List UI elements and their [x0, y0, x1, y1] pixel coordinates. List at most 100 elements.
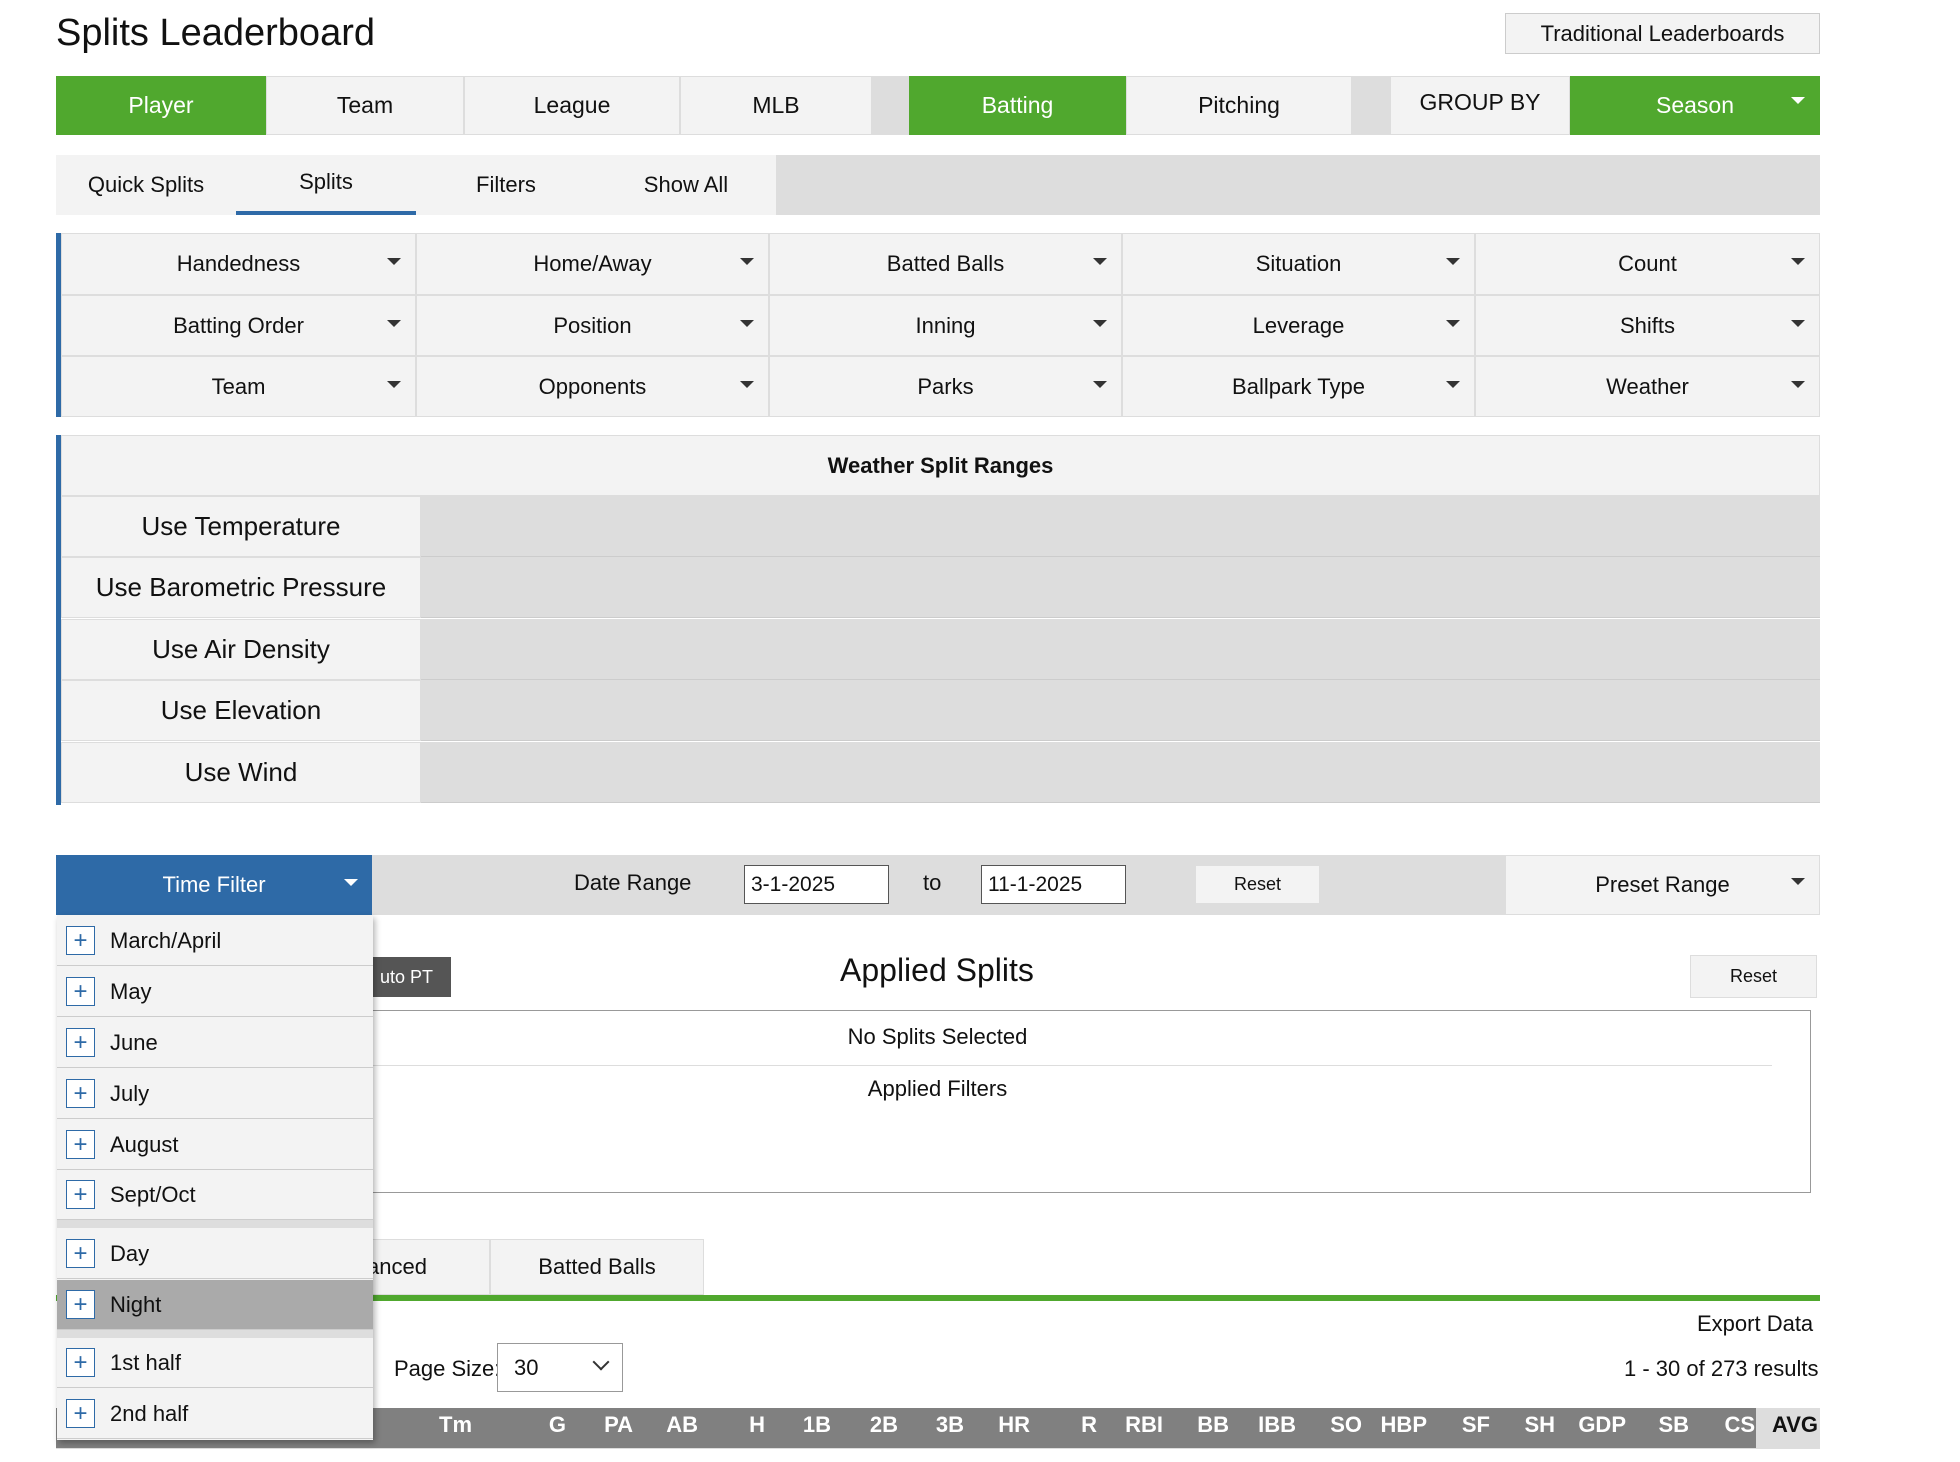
column-header-so[interactable]: SO: [1330, 1412, 1362, 1438]
column-header-tm[interactable]: Tm: [439, 1412, 472, 1438]
plus-icon[interactable]: +: [66, 926, 95, 955]
time-filter-option[interactable]: +1st half: [57, 1338, 373, 1388]
split-category-dropdown[interactable]: Ballpark Type: [1122, 356, 1475, 417]
split-category-dropdown[interactable]: Inning: [769, 295, 1122, 356]
chevron-down-icon: [387, 258, 401, 265]
column-header-hbp[interactable]: HBP: [1381, 1412, 1427, 1438]
tab-quick-splits[interactable]: Quick Splits: [56, 155, 236, 215]
weather-range-bar[interactable]: [421, 496, 1820, 557]
split-category-dropdown[interactable]: Weather: [1475, 356, 1820, 417]
weather-row-label[interactable]: Use Barometric Pressure: [61, 557, 421, 618]
chevron-down-icon: [1791, 381, 1805, 388]
auto-pt-button[interactable]: uto PT: [360, 957, 451, 997]
tab-player[interactable]: Player: [56, 76, 266, 135]
column-header-hr[interactable]: HR: [998, 1412, 1030, 1438]
time-filter-option[interactable]: + Night: [57, 1280, 373, 1330]
split-category-dropdown[interactable]: Position: [416, 295, 769, 356]
column-header-1b[interactable]: 1B: [803, 1412, 831, 1438]
plus-icon[interactable]: +: [66, 1399, 95, 1428]
traditional-leaderboards-button[interactable]: Traditional Leaderboards: [1505, 13, 1820, 54]
export-data-link[interactable]: Export Data: [1697, 1311, 1813, 1337]
plus-icon[interactable]: +: [66, 1028, 95, 1057]
column-header-cs[interactable]: CS: [1724, 1412, 1755, 1438]
chevron-down-icon: [1446, 320, 1460, 327]
plus-icon[interactable]: +: [66, 977, 95, 1006]
column-header-bb[interactable]: BB: [1197, 1412, 1229, 1438]
column-header-h[interactable]: H: [749, 1412, 765, 1438]
weather-panel-title: Weather Split Ranges: [61, 435, 1820, 496]
time-filter-option[interactable]: + June: [57, 1018, 373, 1068]
split-category-dropdown[interactable]: Home/Away: [416, 233, 769, 295]
season-dropdown[interactable]: Season: [1570, 76, 1820, 135]
plus-icon[interactable]: +: [66, 1239, 95, 1268]
time-filter-option[interactable]: + Day: [57, 1229, 373, 1279]
column-header-r[interactable]: R: [1081, 1412, 1097, 1438]
plus-icon[interactable]: +: [66, 1348, 95, 1377]
column-header-ibb[interactable]: IBB: [1258, 1412, 1296, 1438]
tab-splits[interactable]: Splits: [236, 155, 416, 215]
weather-range-bar[interactable]: [421, 680, 1820, 741]
time-filter-option[interactable]: + March/April: [57, 916, 373, 966]
chevron-down-icon: [1791, 97, 1805, 104]
applied-splits-title: Applied Splits: [840, 952, 1034, 988]
tab-show-all[interactable]: Show All: [596, 155, 776, 215]
weather-row-label[interactable]: Use Temperature: [61, 496, 421, 557]
weather-range-bar[interactable]: [421, 742, 1820, 803]
preset-range-dropdown[interactable]: Preset Range: [1505, 855, 1820, 915]
column-header-sb[interactable]: SB: [1658, 1412, 1689, 1438]
time-filter-option-label: 2nd half: [110, 1400, 189, 1426]
split-category-dropdown[interactable]: Parks: [769, 356, 1122, 417]
weather-row-label[interactable]: Use Elevation: [61, 680, 421, 741]
column-header-rbi[interactable]: RBI: [1125, 1412, 1163, 1438]
column-header-pa[interactable]: PA: [604, 1412, 633, 1438]
split-category-dropdown[interactable]: Leverage: [1122, 295, 1475, 356]
time-filter-option[interactable]: +2nd half: [57, 1389, 373, 1439]
time-filter-dropdown[interactable]: Time Filter: [56, 855, 372, 915]
split-category-dropdown[interactable]: Batted Balls: [769, 233, 1122, 295]
column-header-2b[interactable]: 2B: [870, 1412, 898, 1438]
time-filter-option[interactable]: + August: [57, 1120, 373, 1170]
weather-range-bar[interactable]: [421, 557, 1820, 618]
split-category-dropdown[interactable]: Handedness: [61, 233, 416, 295]
column-header-ab[interactable]: AB: [666, 1412, 698, 1438]
chevron-down-icon: [387, 320, 401, 327]
start-date-input[interactable]: 3-1-2025: [744, 865, 889, 904]
column-header-3b[interactable]: 3B: [936, 1412, 964, 1438]
split-category-dropdown[interactable]: Shifts: [1475, 295, 1820, 356]
plus-icon[interactable]: +: [66, 1079, 95, 1108]
time-filter-option[interactable]: + Sept/Oct: [57, 1170, 373, 1220]
time-filter-option-label: May: [110, 978, 152, 1004]
reset-date-button[interactable]: Reset: [1195, 865, 1320, 904]
time-filter-option[interactable]: + May: [57, 967, 373, 1017]
tab-filters[interactable]: Filters: [416, 155, 596, 215]
date-range-label: Date Range: [574, 870, 692, 895]
plus-icon[interactable]: +: [66, 1180, 95, 1209]
weather-row-label[interactable]: Use Air Density: [61, 619, 421, 680]
tab-team[interactable]: Team: [266, 76, 464, 135]
column-header-avg[interactable]: AVG: [1772, 1412, 1818, 1438]
tab-batting[interactable]: Batting: [909, 76, 1126, 135]
weather-range-bar[interactable]: [421, 619, 1820, 680]
time-filter-option[interactable]: + July: [57, 1069, 373, 1119]
tab-pitching[interactable]: Pitching: [1126, 76, 1352, 135]
split-category-dropdown[interactable]: Count: [1475, 233, 1820, 295]
split-category-dropdown[interactable]: Team: [61, 356, 416, 417]
tab-batted-balls[interactable]: Batted Balls: [490, 1239, 704, 1295]
chevron-down-icon: [344, 879, 358, 886]
column-header-sh[interactable]: SH: [1524, 1412, 1555, 1438]
split-category-dropdown[interactable]: Opponents: [416, 356, 769, 417]
tab-league[interactable]: League: [464, 76, 680, 135]
chevron-down-icon: [1093, 320, 1107, 327]
page-size-select[interactable]: 30: [497, 1343, 623, 1392]
column-header-g[interactable]: G: [549, 1412, 566, 1438]
tab-mlb[interactable]: MLB: [680, 76, 872, 135]
plus-icon[interactable]: +: [66, 1290, 95, 1319]
split-category-dropdown[interactable]: Situation: [1122, 233, 1475, 295]
split-category-dropdown[interactable]: Batting Order: [61, 295, 416, 356]
reset-applied-button[interactable]: Reset: [1690, 955, 1817, 998]
plus-icon[interactable]: +: [66, 1130, 95, 1159]
end-date-input[interactable]: 11-1-2025: [981, 865, 1126, 904]
column-header-gdp[interactable]: GDP: [1578, 1412, 1626, 1438]
column-header-sf[interactable]: SF: [1462, 1412, 1490, 1438]
weather-row-label[interactable]: Use Wind: [61, 742, 421, 803]
